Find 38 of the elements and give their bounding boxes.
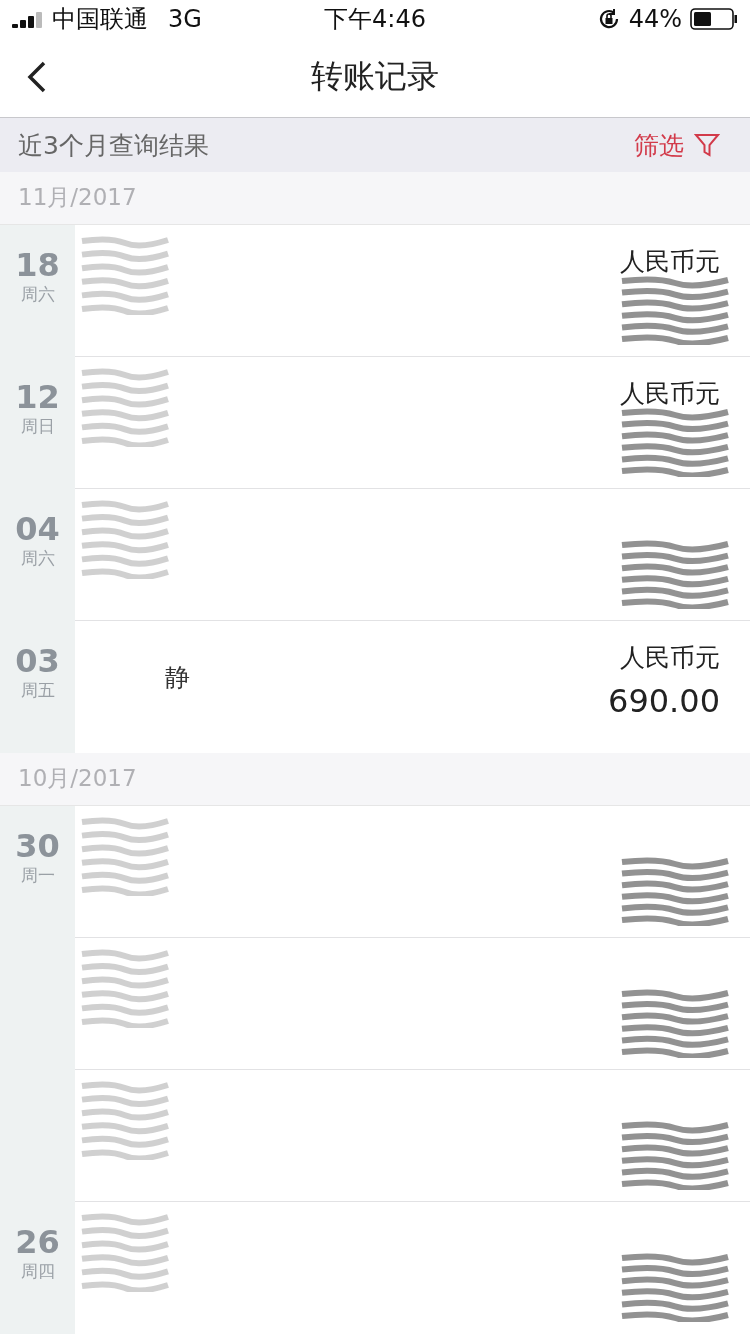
currency-label: 人民币元 [620,245,720,278]
transfer-row[interactable]: 03 周五 静 人民币元 690.00 [0,620,750,753]
battery-percent: 44% [628,4,682,33]
day-number: 12 [15,378,60,415]
back-chevron-icon [26,60,48,95]
day-number: 18 [15,246,60,283]
day-number: 03 [15,642,60,679]
currency-label: 人民币元 [620,377,720,410]
transfer-row[interactable]: 30 周一 [0,806,750,938]
amount-value: 690.00 [608,681,720,720]
transfer-row[interactable]: 12 周日 人民币元 [0,356,750,489]
page-title: 转账记录 [311,56,439,98]
weekday-label: 周四 [20,1260,55,1283]
filter-icon [694,132,720,158]
transfer-row[interactable] [0,938,750,1070]
signal-icon [12,9,44,28]
weekday-label: 周六 [20,546,55,570]
carrier-name: 中国联通 [52,3,148,35]
transfer-row[interactable]: 18 周六 人民币元 [0,224,750,357]
month-header: 11月/2017 [18,183,137,213]
filter-button[interactable]: 筛选 [634,128,720,162]
day-number: 30 [15,828,60,864]
payee-name: 静 [165,661,190,694]
network-type: 3G [168,4,202,33]
currency-label: 人民币元 [620,641,720,674]
transfer-row[interactable]: 04 周六 [0,488,750,621]
weekday-label: 周一 [20,864,55,887]
weekday-label: 周六 [20,282,55,306]
weekday-label: 周五 [20,678,55,702]
day-number: 04 [15,510,60,547]
month-header: 10月/2017 [18,764,137,794]
clock-time: 下午4:46 [324,3,426,35]
transfer-row[interactable] [0,1070,750,1202]
transfer-row[interactable]: 26 周四 [0,1202,750,1334]
day-number: 26 [15,1224,60,1260]
battery-icon [690,7,738,30]
weekday-label: 周日 [20,414,55,438]
query-summary: 近3个月查询结果 [18,129,209,162]
